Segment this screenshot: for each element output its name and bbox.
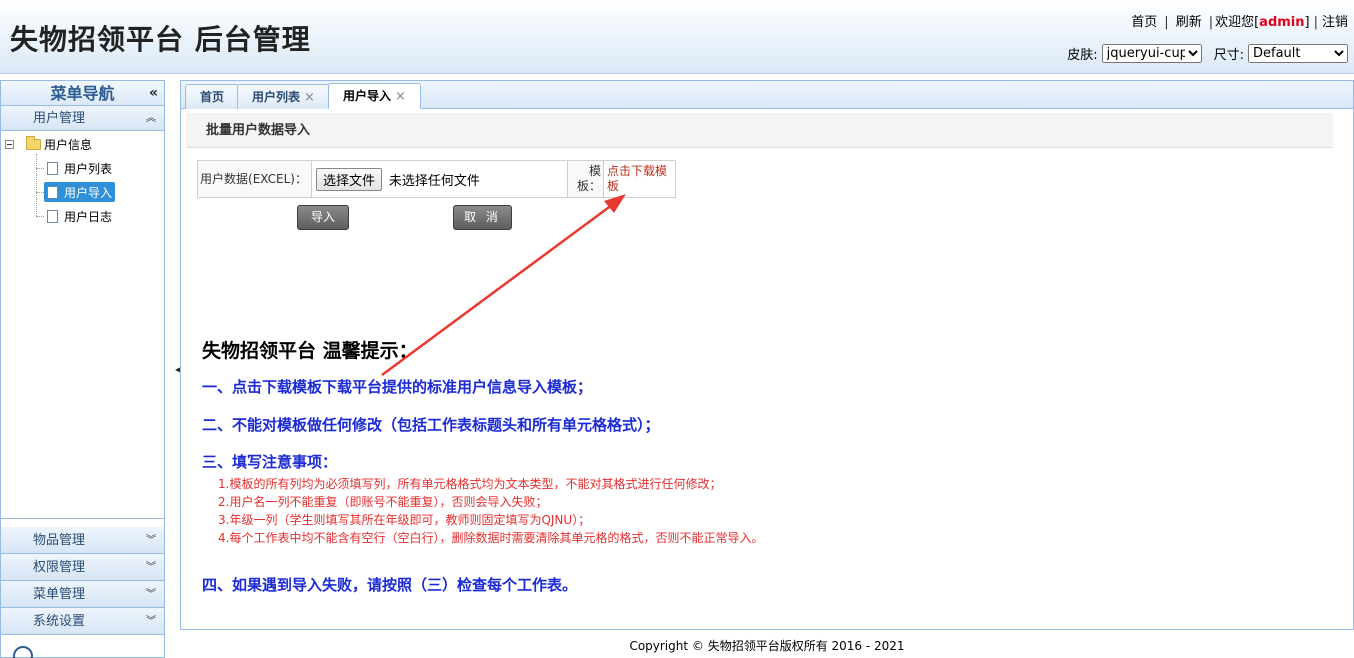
skin-row: 皮肤: jqueryui-cupe 尺寸: Default: [1067, 44, 1348, 63]
header: 失物招领平台 后台管理 首页 | 刷新 | 欢迎您[admin] | 注销 皮肤: jque…: [0, 0, 1354, 74]
section-title: 批量用户数据导入: [186, 113, 1333, 148]
tree-node-label: 用户信息: [44, 137, 93, 152]
tree-collapse-icon[interactable]: [5, 140, 14, 149]
download-template-link[interactable]: 点击下载模板: [603, 160, 676, 198]
refresh-link[interactable]: 刷新: [1176, 15, 1202, 30]
accordion-label: 权限管理: [33, 560, 86, 575]
file-label: 用户数据(EXCEL)：: [197, 160, 312, 198]
size-select[interactable]: Default: [1248, 44, 1348, 63]
tree-guide: [36, 168, 44, 169]
tip-item: 一、点击下载模板下载平台提供的标准用户信息导入模板；: [202, 378, 593, 396]
accordion-body-user: 用户信息 用户列表 用户导入 用户日志: [1, 131, 164, 519]
tree-guide: [36, 154, 37, 216]
accordion-header-items[interactable]: 物品管理 ︾: [1, 527, 164, 554]
tab-bar: 首页 用户列表 × 用户导入 ×: [181, 81, 1353, 109]
accordion-header-permissions[interactable]: 权限管理 ︾: [1, 554, 164, 581]
chevron-down-icon: ︾: [146, 616, 156, 627]
template-label: 模板：: [567, 160, 604, 198]
collapse-icon[interactable]: «: [149, 81, 158, 106]
file-icon: [47, 209, 58, 223]
accordion-stack: 物品管理 ︾ 权限管理 ︾ 菜单管理 ︾ 系统设置 ︾: [1, 527, 164, 635]
logout-link[interactable]: 注销: [1322, 15, 1348, 30]
tab-user-import[interactable]: 用户导入 ×: [328, 83, 421, 109]
close-icon[interactable]: ×: [304, 90, 315, 105]
import-form: 用户数据(EXCEL)： 选择文件 未选择任何文件 模板： 点击下载模板: [197, 160, 676, 198]
file-icon: [47, 185, 58, 199]
separator: |: [1313, 15, 1318, 30]
top-links: 首页 | 刷新 | 欢迎您[admin] | 注销: [1131, 11, 1348, 30]
tab-label: 用户导入: [343, 89, 392, 103]
tab-label: 首页: [200, 90, 225, 104]
skin-select[interactable]: jqueryui-cupe: [1101, 44, 1202, 63]
tree-guide: [36, 192, 44, 193]
tab-home[interactable]: 首页: [185, 84, 240, 109]
file-cell: 选择文件 未选择任何文件: [311, 160, 568, 198]
circle-icon: [13, 646, 33, 658]
main-panel: 首页 用户列表 × 用户导入 × 批量用户数据导入 用户数据(EXCEL)： 选择文…: [180, 80, 1354, 630]
accordion-header-menus[interactable]: 菜单管理 ︾: [1, 581, 164, 608]
tip-sub-item: 1.模板的所有列均为必须填写列，所有单元格格式均为文本类型，不能对其格式进行任何…: [218, 477, 722, 491]
accordion-label: 系统设置: [33, 614, 86, 629]
tip-item: 二、不能对模板做任何修改（包括工作表标题头和所有单元格格式）；: [202, 416, 660, 434]
tree-node-user-import[interactable]: 用户导入: [44, 182, 116, 202]
file-status: 未选择任何文件: [388, 173, 480, 189]
file-icon: [47, 161, 58, 175]
folder-open-icon: [26, 135, 41, 150]
tree-node-label: 用户导入: [64, 185, 113, 200]
chevron-down-icon: ︾: [146, 562, 156, 573]
size-label: 尺寸:: [1213, 48, 1244, 63]
sidebar-title: 菜单导航 «: [1, 81, 164, 106]
cancel-button[interactable]: 取 消: [453, 205, 512, 230]
accordion-label: 物品管理: [33, 533, 86, 548]
separator: |: [1164, 15, 1169, 30]
home-link[interactable]: 首页: [1131, 15, 1157, 30]
chevron-up-icon: ︽: [146, 113, 156, 124]
accordion-header-settings[interactable]: 系统设置 ︾: [1, 608, 164, 635]
import-button[interactable]: 导入: [297, 205, 349, 230]
accordion-label: 菜单管理: [33, 587, 86, 602]
app-title: 失物招领平台 后台管理: [10, 23, 311, 56]
tree-node-label: 用户列表: [64, 161, 113, 176]
tip-item: 四、如果遇到导入失败，请按照（三）检查每个工作表。: [202, 576, 578, 594]
tab-label: 用户列表: [252, 90, 301, 104]
chevron-down-icon: ︾: [146, 589, 156, 600]
accordion-header-user[interactable]: 用户管理 ︽: [1, 106, 164, 131]
tree-guide: [36, 216, 44, 217]
tip-item: 三、填写注意事项：: [202, 453, 338, 471]
accordion-label: 用户管理: [33, 111, 86, 126]
tip-sub-item: 2.用户名一列不能重复（即账号不能重复），否则会导入失败；: [218, 495, 548, 509]
tip-sub-item: 4.每个工作表中均不能含有空行（空白行），删除数据时需要清除其单元格的格式，否则…: [218, 531, 764, 545]
username: admin: [1259, 15, 1305, 30]
close-icon[interactable]: ×: [395, 89, 406, 104]
choose-file-button[interactable]: 选择文件: [316, 167, 383, 191]
skin-label: 皮肤:: [1067, 48, 1098, 63]
tab-content: 批量用户数据导入 用户数据(EXCEL)： 选择文件 未选择任何文件 模板： 点…: [186, 113, 1336, 623]
sidebar: 菜单导航 « 用户管理 ︽ 用户信息 用户列表 用户导入 用户日志 物品管理 ︾…: [0, 80, 165, 658]
welcome-text: 欢迎您[: [1215, 15, 1260, 30]
tree-node-label: 用户日志: [64, 209, 113, 224]
chevron-down-icon: ︾: [146, 535, 156, 546]
tip-sub-item: 3.年级一列（学生则填写其所在年级即可，教师则固定填写为QJNU）；: [218, 513, 591, 527]
footer-copyright: Copyright © 失物招领平台版权所有 2016 - 2021: [629, 639, 905, 653]
tips-title: 失物招领平台 温馨提示：: [202, 340, 418, 362]
tree-node-user-log[interactable]: 用户日志: [44, 206, 115, 226]
separator: |: [1208, 15, 1214, 30]
welcome-end: ]: [1304, 15, 1310, 30]
tree-node-user-info[interactable]: 用户信息: [23, 134, 95, 154]
tree-node-user-list[interactable]: 用户列表: [44, 158, 115, 178]
tab-user-list[interactable]: 用户列表 ×: [237, 84, 330, 109]
sidebar-title-text: 菜单导航: [50, 84, 115, 103]
